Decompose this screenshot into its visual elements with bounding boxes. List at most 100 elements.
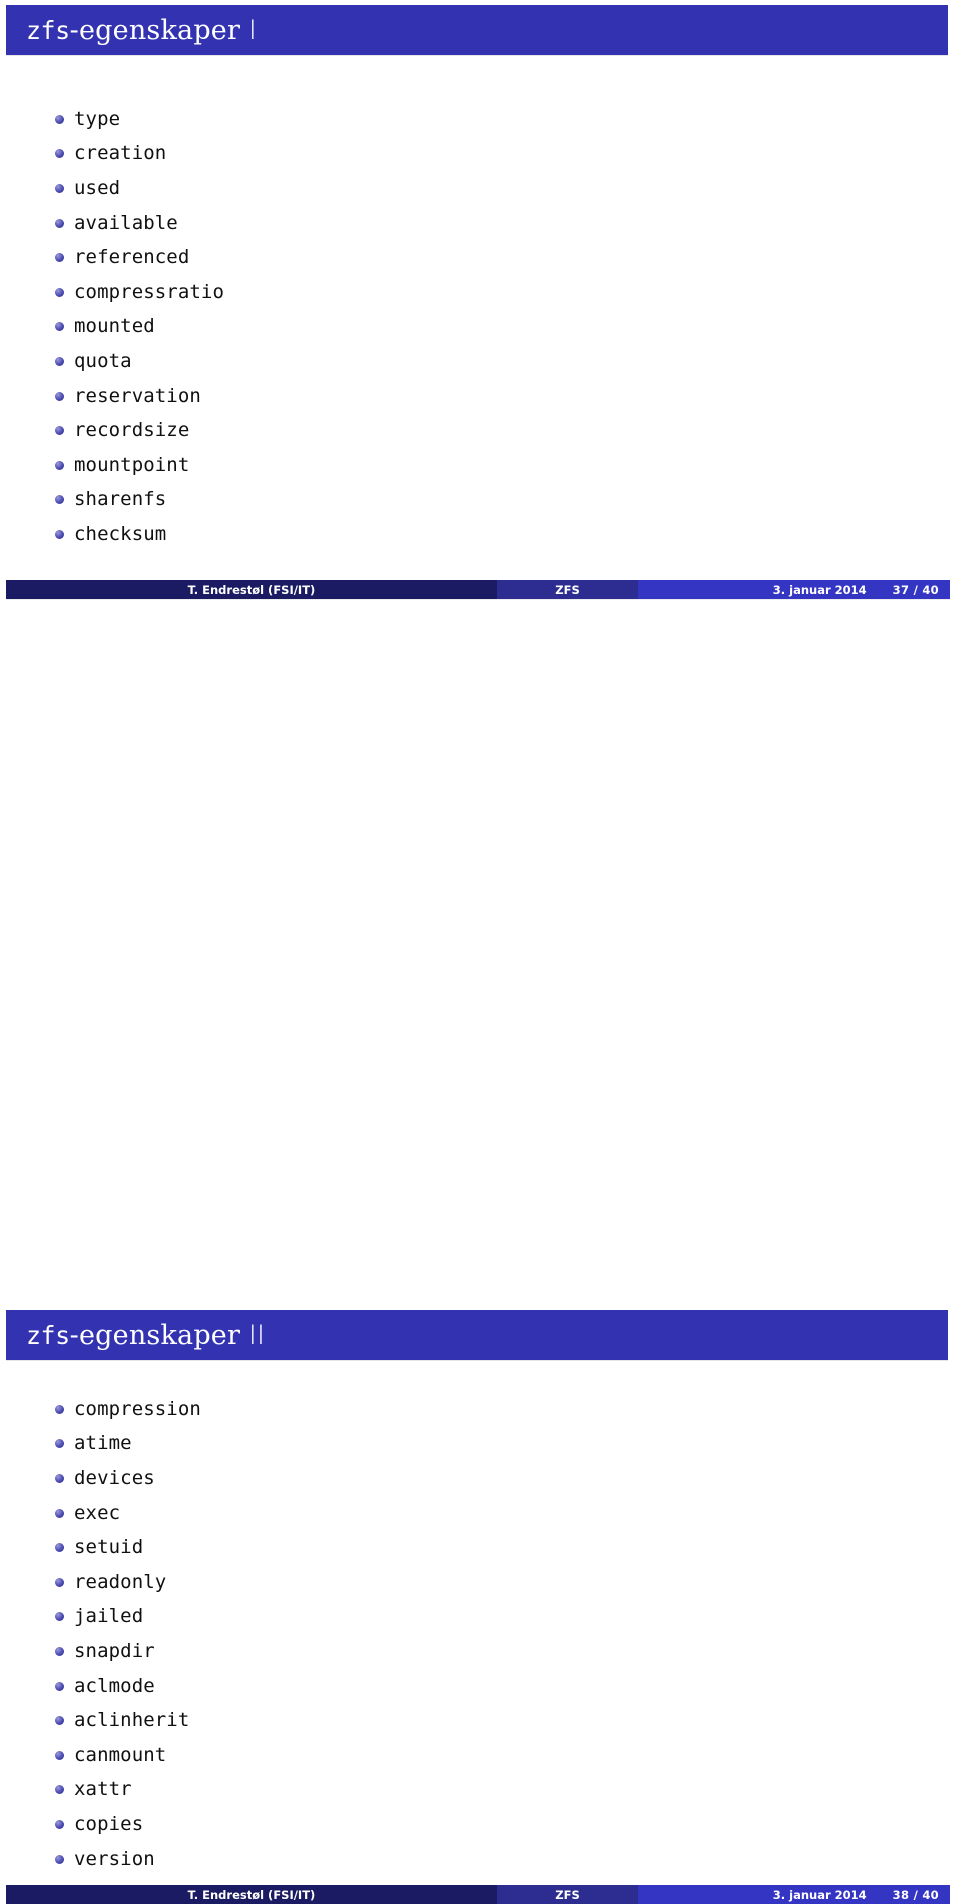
page-title-numeral: II <box>248 1319 266 1351</box>
list-item: xattr <box>0 1773 960 1808</box>
list-item: sharenfs <box>0 483 960 518</box>
list-item: version <box>0 1842 960 1877</box>
list-item-label: jailed <box>74 1605 144 1628</box>
list-item-label: version <box>74 1847 155 1870</box>
zfs-property-list-2: compression atime devices exec setuid re… <box>0 1392 960 1876</box>
footer-date: 3. januar 2014 <box>772 1887 867 1902</box>
slide-zfs-egenskaper-1: zfs-egenskaper I type creation used avai… <box>0 0 960 604</box>
list-item: compression <box>0 1392 960 1427</box>
list-item: aclinherit <box>0 1703 960 1738</box>
list-item-label: xattr <box>74 1778 132 1801</box>
footer-meta: 3. januar 2014 38 / 40 <box>638 1885 950 1904</box>
footer-page-number: 38 / 40 <box>892 1887 939 1902</box>
list-item-label: mountpoint <box>74 453 190 476</box>
page-title: zfs-egenskaper II <box>6 1322 265 1349</box>
bullet-ball-icon <box>55 356 64 366</box>
list-item-label: aclmode <box>74 1674 155 1697</box>
bullet-ball-icon <box>55 460 64 470</box>
bullet-ball-icon <box>55 1854 64 1864</box>
list-item-label: sharenfs <box>74 488 167 511</box>
list-item: type <box>0 102 960 137</box>
bullet-ball-icon <box>55 287 64 297</box>
footer-presentation-title: ZFS <box>497 1885 638 1904</box>
list-item-label: atime <box>74 1432 132 1455</box>
list-item-label: compression <box>74 1397 201 1420</box>
slide-title-bar: zfs-egenskaper II <box>6 1310 948 1360</box>
bullet-ball-icon <box>55 1750 64 1760</box>
slide-footer: T. Endrestøl (FSI/IT) ZFS 3. januar 2014… <box>6 580 950 599</box>
list-item-label: canmount <box>74 1743 167 1766</box>
list-item-label: used <box>74 176 121 199</box>
list-item: readonly <box>0 1565 960 1600</box>
list-item: checksum <box>0 517 960 552</box>
page-title-numeral: I <box>248 14 258 46</box>
bullet-ball-icon <box>55 1543 64 1553</box>
bullet-ball-icon <box>55 1404 64 1414</box>
list-item: creation <box>0 137 960 172</box>
page-title-mono: zfs <box>26 15 70 45</box>
list-item-label: readonly <box>74 1570 167 1593</box>
list-item-label: exec <box>74 1501 121 1524</box>
list-item: recordsize <box>0 413 960 448</box>
list-item-label: type <box>74 107 121 130</box>
page-title-rest: -egenskaper <box>69 1319 249 1351</box>
list-item: mounted <box>0 310 960 345</box>
list-item-label: aclinherit <box>74 1709 190 1732</box>
list-item-label: available <box>74 211 178 234</box>
bullet-ball-icon <box>55 253 64 263</box>
list-item-label: referenced <box>74 246 190 269</box>
footer-presentation-title: ZFS <box>497 580 638 599</box>
bullet-ball-icon <box>55 391 64 401</box>
footer-page-number: 37 / 40 <box>892 582 939 597</box>
list-item: setuid <box>0 1530 960 1565</box>
list-item: mountpoint <box>0 448 960 483</box>
list-item: used <box>0 171 960 206</box>
list-item-label: checksum <box>74 522 167 545</box>
zfs-property-list-1: type creation used available referenced … <box>0 102 960 552</box>
list-item-label: recordsize <box>74 419 190 442</box>
bullet-ball-icon <box>55 1473 64 1483</box>
list-item: exec <box>0 1496 960 1531</box>
list-item: available <box>0 206 960 241</box>
bullet-ball-icon <box>55 1439 64 1449</box>
bullet-ball-icon <box>55 495 64 505</box>
bullet-ball-icon <box>55 1646 64 1656</box>
list-item-label: compressratio <box>74 280 225 303</box>
list-item: reservation <box>0 379 960 414</box>
list-item-label: mounted <box>74 315 155 338</box>
list-item-label: quota <box>74 349 132 372</box>
bullet-ball-icon <box>55 322 64 332</box>
bullet-ball-icon <box>55 426 64 436</box>
list-item-label: snapdir <box>74 1639 155 1662</box>
list-item-label: devices <box>74 1466 155 1489</box>
slide-title-bar: zfs-egenskaper I <box>6 5 948 55</box>
page-title-rest: -egenskaper <box>69 14 249 46</box>
bullet-ball-icon <box>55 529 64 539</box>
list-item: jailed <box>0 1600 960 1635</box>
bullet-ball-icon <box>55 183 64 193</box>
bullet-ball-icon <box>55 149 64 159</box>
list-item: snapdir <box>0 1634 960 1669</box>
bullet-ball-icon <box>55 1716 64 1726</box>
list-item: canmount <box>0 1738 960 1773</box>
list-item: atime <box>0 1427 960 1462</box>
bullet-ball-icon <box>55 114 64 124</box>
bullet-ball-icon <box>55 1819 64 1829</box>
list-item-label: setuid <box>74 1536 144 1559</box>
page-title-mono: zfs <box>26 1320 70 1350</box>
bullet-ball-icon <box>55 1612 64 1622</box>
list-item-label: reservation <box>74 384 201 407</box>
footer-author: T. Endrestøl (FSI/IT) <box>6 580 497 599</box>
page-title: zfs-egenskaper I <box>6 17 257 44</box>
slide-zfs-egenskaper-2: zfs-egenskaper II compression atime devi… <box>0 604 960 1904</box>
list-item: devices <box>0 1461 960 1496</box>
list-item: referenced <box>0 240 960 275</box>
bullet-ball-icon <box>55 1785 64 1795</box>
slide-footer: T. Endrestøl (FSI/IT) ZFS 3. januar 2014… <box>6 1885 950 1904</box>
bullet-ball-icon <box>55 1577 64 1587</box>
footer-author: T. Endrestøl (FSI/IT) <box>6 1885 497 1904</box>
bullet-ball-icon <box>55 218 64 228</box>
bullet-ball-icon <box>55 1681 64 1691</box>
list-item: quota <box>0 344 960 379</box>
list-item: copies <box>0 1807 960 1842</box>
